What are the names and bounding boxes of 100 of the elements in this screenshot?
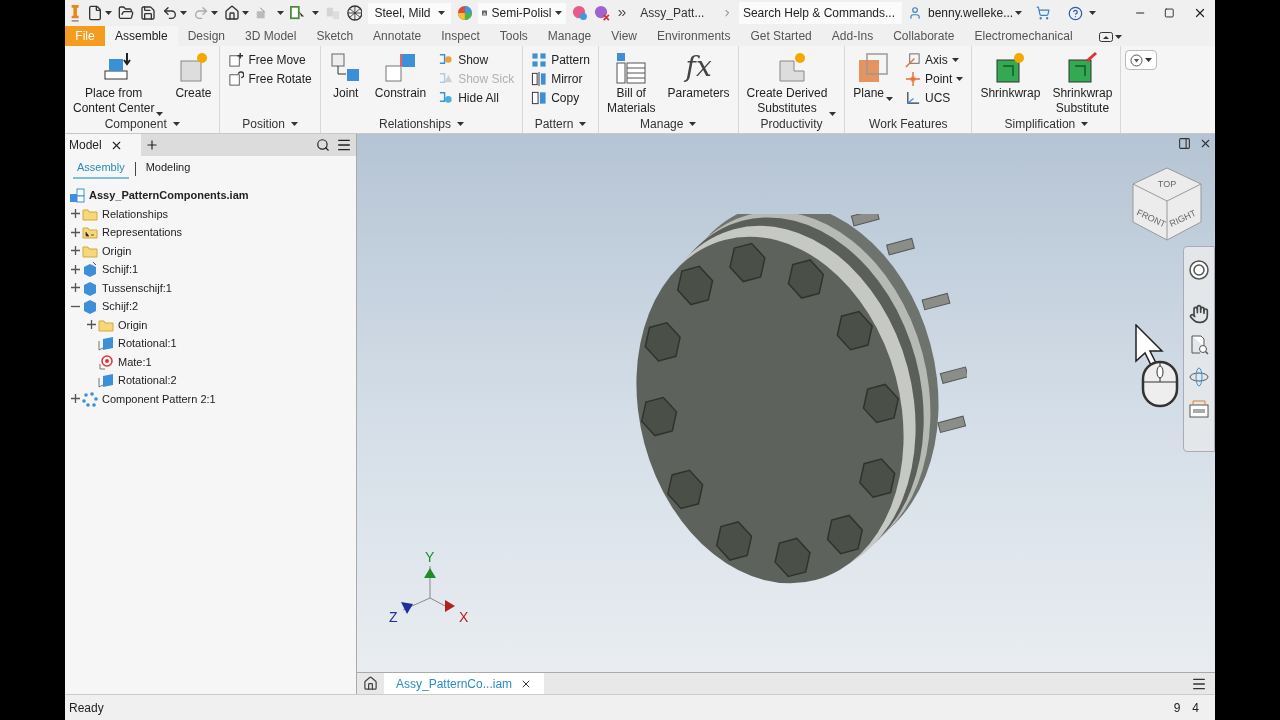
tree-item[interactable]: Rotational:2 — [118, 372, 177, 389]
ribbon-tool-button[interactable]: Shrinkwrap Substitute — [1048, 50, 1117, 116]
ribbon-tab[interactable]: Inspect — [431, 26, 490, 46]
caret-icon — [211, 11, 219, 15]
ribbon-tab[interactable]: Tools — [489, 26, 538, 46]
ribbon-tool-button[interactable]: Bill of Materials — [602, 50, 660, 116]
ribbon-tool-button[interactable]: Show — [434, 52, 519, 68]
undo-icon[interactable] — [162, 5, 179, 21]
caret-icon — [277, 11, 285, 15]
tree-item[interactable]: Origin — [102, 242, 132, 259]
ribbon-panel-title[interactable]: Productivity — [742, 116, 841, 132]
tree-item[interactable]: Tussenschijf:1 — [102, 279, 172, 296]
close-icon[interactable] — [1199, 137, 1212, 150]
ribbon-tool-button[interactable]: Copy — [527, 90, 594, 106]
pan-icon[interactable] — [1189, 304, 1209, 324]
ribbon-tab[interactable]: Assemble — [105, 26, 178, 46]
color-wheel-icon[interactable] — [456, 4, 473, 22]
ribbon-tool-button[interactable]: Joint — [324, 50, 367, 101]
expand-icon[interactable] — [86, 320, 96, 330]
ribbon-tool-button[interactable]: fx Parameters — [663, 50, 734, 101]
open-folder-icon[interactable] — [118, 5, 135, 21]
ribbon-tab[interactable]: Get Started — [740, 26, 822, 46]
home-icon[interactable] — [363, 676, 378, 691]
expand-icon[interactable] — [70, 209, 80, 219]
tree-item[interactable]: Rotational:1 — [118, 335, 177, 352]
material-dropdown[interactable]: Steel, Mild — [368, 2, 451, 24]
ribbon-tool-button[interactable]: Constrain — [370, 50, 431, 101]
ribbon-tool-button[interactable]: Pattern — [527, 52, 594, 68]
ribbon-panel-title[interactable]: Simplification — [976, 116, 1117, 132]
ribbon-tab[interactable]: Environments — [647, 26, 741, 46]
ribbon-tool-button[interactable]: Plane — [849, 50, 897, 101]
home-icon[interactable] — [224, 5, 241, 21]
ribbon-tab[interactable]: Add-Ins — [821, 26, 884, 46]
ribbon-panel-title[interactable]: Relationships — [324, 116, 519, 132]
tree-item[interactable]: Representations — [102, 224, 183, 241]
user-icon[interactable] — [907, 5, 922, 21]
view-face-icon[interactable] — [1188, 399, 1210, 419]
copy-icon — [531, 90, 548, 106]
material-sphere-icon[interactable] — [346, 4, 363, 22]
ribbon-panel-title[interactable]: Component — [69, 116, 216, 132]
caret-icon — [829, 112, 837, 116]
ribbon-tab[interactable]: Electromechanical — [964, 26, 1083, 46]
tree-item[interactable]: Schijf:1 — [102, 261, 139, 278]
adjust-appearance-icon[interactable] — [572, 4, 589, 22]
pattern-icon — [531, 52, 548, 68]
ribbon-panel-title[interactable]: Position — [224, 116, 316, 132]
ribbon-tool-button[interactable]: Shrinkwrap — [976, 50, 1045, 101]
ribbon-panel-title[interactable]: Pattern — [527, 116, 594, 132]
expand-icon[interactable] — [70, 264, 80, 274]
ribbon-panel-title[interactable]: Work Features — [849, 116, 968, 132]
ribbon-tab[interactable]: Manage — [537, 26, 602, 46]
new-file-icon[interactable] — [87, 5, 104, 21]
ribbon-tool-button[interactable]: Point — [901, 71, 968, 87]
tree-item[interactable]: Origin — [118, 316, 148, 333]
zoom-icon[interactable] — [1189, 335, 1209, 355]
tree-item[interactable]: Component Pattern 2:1 — [102, 390, 216, 407]
ribbon-tab[interactable]: Sketch — [306, 26, 364, 46]
document-tab[interactable]: Assy_PatternCo...iam — [384, 673, 545, 694]
cart-icon[interactable] — [1036, 5, 1051, 21]
ribbon-tool-button[interactable]: Create — [171, 50, 216, 101]
caret-icon — [1081, 122, 1089, 126]
save-icon[interactable] — [140, 5, 157, 21]
ribbon-options-button[interactable] — [1125, 50, 1158, 70]
help-icon[interactable] — [1068, 4, 1084, 22]
search-icon[interactable] — [316, 138, 330, 152]
ribbon-tool-button[interactable]: Axis — [901, 52, 968, 68]
expand-icon[interactable] — [70, 227, 80, 237]
mate-constraint-icon — [98, 353, 114, 370]
ribbon-panel-title[interactable]: Manage — [602, 116, 734, 132]
layout-icon[interactable] — [1178, 137, 1191, 150]
menu-icon[interactable] — [336, 137, 352, 153]
user-menu[interactable]: benny.welleke... — [927, 4, 1023, 22]
maximize-icon[interactable] — [1164, 7, 1175, 19]
expand-icon[interactable] — [70, 283, 80, 293]
tree-item[interactable]: Mate:1 — [118, 353, 152, 370]
orbit-icon[interactable] — [1188, 366, 1210, 388]
expand-icon[interactable] — [70, 394, 80, 404]
browser-subtab[interactable]: Modeling — [141, 158, 195, 180]
search-field[interactable]: Search Help & Commands... — [738, 2, 902, 24]
tree-item[interactable]: Schijf:2 — [102, 298, 139, 315]
ribbon-tab[interactable]: Annotate — [363, 26, 432, 46]
browser-subtab[interactable]: Assembly — [73, 158, 129, 180]
ribbon-tab[interactable]: View — [601, 26, 648, 46]
tree-item[interactable]: Assy_PatternComponents.iam — [89, 187, 249, 204]
ribbon-tool-button[interactable]: Free Move — [224, 52, 316, 68]
ribbon-tool-button[interactable]: Mirror — [527, 71, 594, 87]
ribbon-tab[interactable]: Collaborate — [883, 26, 965, 46]
ribbon-tab[interactable]: Design — [177, 26, 236, 46]
ribbon-tool-button[interactable]: Free Rotate — [224, 71, 316, 87]
add-icon[interactable] — [145, 138, 159, 152]
appearance-dropdown[interactable]: Semi-Polisl — [478, 2, 567, 24]
ribbon-tool-button[interactable]: Place from Content Center — [69, 50, 168, 116]
tree-item[interactable]: Relationships — [102, 205, 169, 222]
ribbon-tool-button[interactable]: UCS — [901, 90, 968, 106]
select-icon[interactable] — [290, 5, 306, 21]
ribbon-tool-button[interactable]: Create Derived Substitutes — [742, 50, 841, 116]
ribbon-tab[interactable]: 3D Model — [235, 26, 307, 46]
ribbon-tool-button[interactable]: Hide All — [434, 90, 519, 106]
clear-appearance-icon[interactable] — [594, 4, 611, 22]
expand-icon[interactable] — [70, 246, 80, 256]
